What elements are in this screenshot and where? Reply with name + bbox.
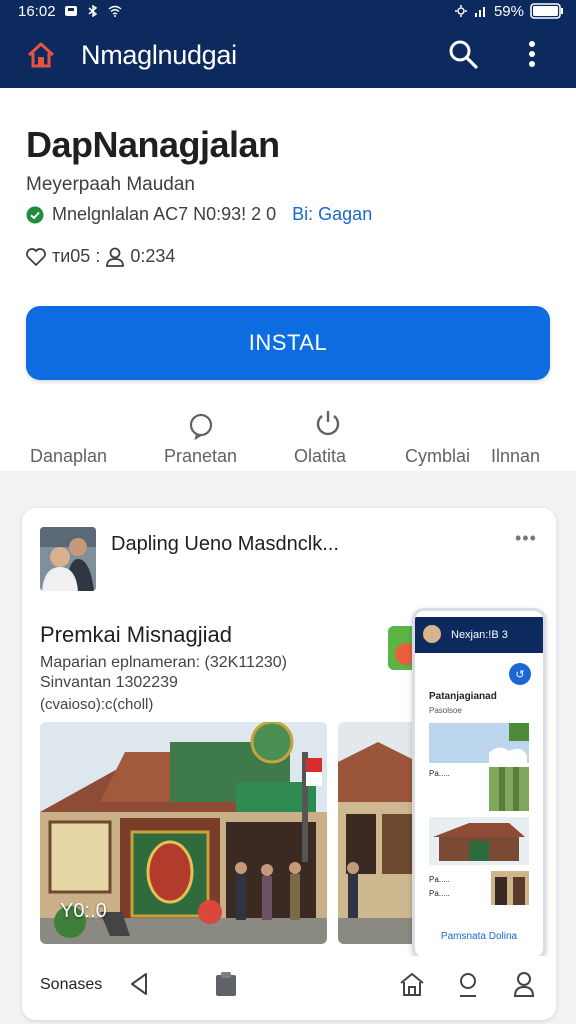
clipboard-icon[interactable]	[212, 970, 240, 998]
app-details: DapNanagjalan Meyerpaah Maudan Mnelgnlal…	[0, 88, 576, 471]
verified-link[interactable]: Bi: Gagan	[292, 204, 372, 225]
app-title: DapNanagjalan	[26, 124, 280, 165]
refresh-icon[interactable]: ↺	[509, 663, 531, 685]
post-photo[interactable]	[338, 722, 418, 944]
phone-image	[491, 871, 529, 905]
card-more-button[interactable]: •••	[515, 528, 537, 549]
action-label: Olatita	[294, 446, 347, 466]
card-bottom-label: Sonases	[40, 976, 103, 993]
home-outline-icon[interactable]	[398, 970, 426, 998]
post-title: Premkai Misnagjiad	[40, 622, 232, 647]
action-row: Danaplan Pranetan Olatita Cymblai Ilnnan	[0, 408, 576, 468]
signal-icon	[474, 7, 485, 17]
heart-icon	[26, 247, 46, 266]
phone-image	[429, 723, 529, 763]
battery-icon	[530, 3, 563, 19]
avatar	[423, 625, 441, 643]
phone-tag: Pa.....	[429, 875, 450, 884]
gear-icon	[454, 5, 467, 17]
location-icon[interactable]	[454, 970, 482, 998]
phone-subheading: Pasolsoe	[429, 706, 462, 715]
notification-icon	[64, 6, 77, 16]
phone-image	[489, 767, 529, 811]
status-time: 16:02	[18, 2, 56, 20]
check-circle-icon	[26, 206, 44, 223]
post-photo[interactable]: Y0:.0	[40, 722, 327, 944]
card-bottom-bar: Sonases	[22, 956, 556, 1020]
phone-image	[429, 817, 529, 865]
home-icon[interactable]	[26, 40, 56, 70]
comment-icon	[189, 413, 213, 440]
phone-bar: Nexjan:!B 3	[415, 617, 543, 653]
post-line: Sinvantan 1302239	[40, 674, 178, 691]
avatar[interactable]	[40, 527, 96, 591]
back-triangle-icon[interactable]	[126, 970, 154, 998]
appbar-title: Nmaglnudgai	[81, 39, 237, 70]
battery-percent: 59%	[493, 2, 524, 20]
phone-tag: Pa.....	[429, 889, 450, 898]
phone-tag: Pa.....	[429, 769, 450, 778]
person-icon	[106, 247, 125, 267]
stats-likes: ти05 :	[52, 246, 101, 266]
status-bar: 16:02 59%	[0, 0, 576, 22]
bluetooth-icon	[88, 5, 97, 17]
install-button[interactable]: INSTAL	[26, 306, 550, 380]
stats-users: 0:234	[130, 246, 176, 266]
search-icon[interactable]	[447, 38, 479, 70]
verified-row: Mnelgnlalan AC7 N0:93! 2 0 Bi: Gagan	[26, 204, 372, 225]
app-bar: Nmaglnudgai	[0, 22, 576, 88]
post-card: Dapling Ueno Masdnclk... ••• Premkai Mis…	[22, 508, 556, 1020]
action-label: Danaplan	[30, 446, 108, 466]
phone-heading: Patanjagianad	[429, 691, 497, 702]
phone-preview[interactable]: Nexjan:!B 3 ↺ Patanjagianad Pasolsoe Pa.…	[412, 608, 546, 960]
action-label: Ilnnan	[491, 446, 541, 466]
post-line: (cvaioso):c(choll)	[40, 696, 154, 713]
more-vert-icon[interactable]	[522, 38, 542, 70]
app-publisher[interactable]: Meyerpaah Maudan	[26, 174, 195, 196]
phone-cta-link[interactable]: Pamsnata Dolina	[415, 931, 543, 942]
photo-label: Y0:.0	[60, 900, 107, 922]
action-label: Pranetan	[164, 446, 238, 466]
card-header-text: Dapling Ueno Masdnclk...	[111, 533, 339, 555]
wifi-icon	[108, 5, 121, 17]
post-line: Maparian eplnameran: (32K11230)	[40, 654, 287, 671]
power-icon	[316, 411, 340, 436]
verified-text: Mnelgnlalan AC7 N0:93! 2 0	[52, 204, 277, 224]
person-outline-icon[interactable]	[510, 970, 538, 998]
action-label: Cymblai	[405, 446, 471, 466]
phone-bar-title: Nexjan:!B 3	[451, 629, 508, 641]
app-stats: ти05 : 0:234	[26, 246, 175, 267]
